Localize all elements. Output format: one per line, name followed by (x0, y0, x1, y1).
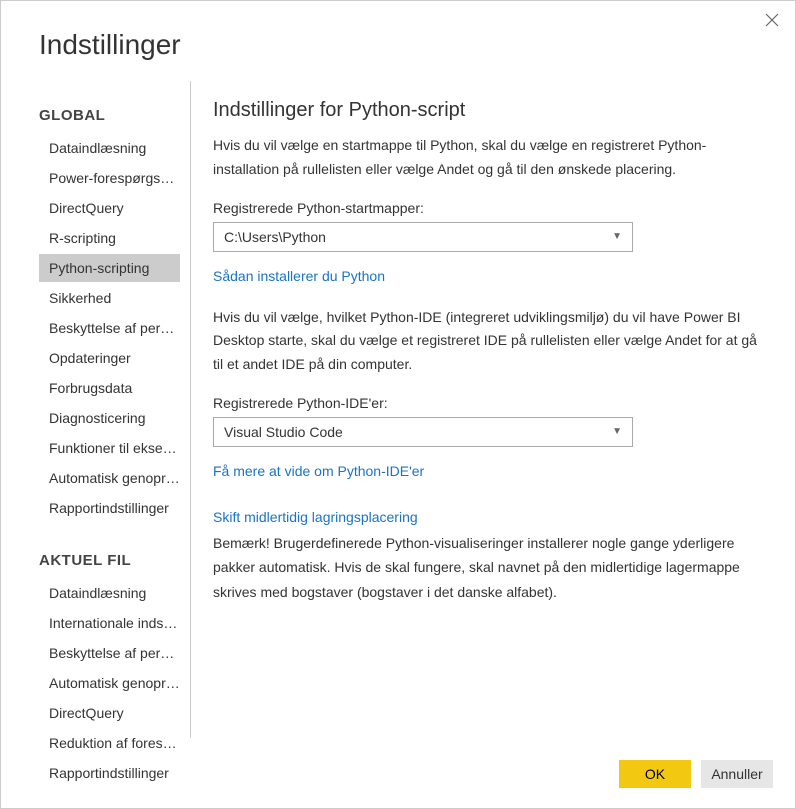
content-title: Indstillinger for Python-script (213, 99, 765, 122)
ides-value: Visual Studio Code (224, 424, 343, 440)
home-dir-description: Hvis du vil vælge en startmappe til Pyth… (213, 134, 765, 182)
ides-dropdown[interactable]: Visual Studio Code ▼ (213, 417, 633, 447)
sidebar-item-local-5[interactable]: Reduktion af foresp… (39, 729, 180, 757)
dialog-title: Indstillinger (1, 1, 795, 61)
sidebar-item-local-0[interactable]: Dataindlæsning (39, 579, 180, 607)
sidebar-item-local-4[interactable]: DirectQuery (39, 699, 180, 727)
ide-description: Hvis du vil vælge, hvilket Python-IDE (i… (213, 306, 765, 377)
sidebar-item-local-3[interactable]: Automatisk genopr… (39, 669, 180, 697)
chevron-down-icon: ▼ (612, 426, 622, 437)
close-icon (765, 13, 779, 27)
sidebar-item-global-2[interactable]: DirectQuery (39, 194, 180, 222)
home-dirs-label: Registrerede Python-startmapper: (213, 200, 765, 216)
sidebar-item-global-11[interactable]: Automatisk genopr… (39, 464, 180, 492)
cancel-button[interactable]: Annuller (701, 760, 773, 788)
change-storage-link[interactable]: Skift midlertidig lagringsplacering (213, 509, 418, 525)
home-dirs-value: C:\Users\Python (224, 229, 326, 245)
install-python-link[interactable]: Sådan installerer du Python (213, 268, 385, 284)
home-dirs-dropdown[interactable]: C:\Users\Python ▼ (213, 222, 633, 252)
sidebar-item-local-6[interactable]: Rapportindstillinger (39, 759, 180, 787)
sidebar-item-global-4[interactable]: Python-scripting (39, 254, 180, 282)
sidebar-item-local-1[interactable]: Internationale inds… (39, 609, 180, 637)
sidebar-item-global-3[interactable]: R-scripting (39, 224, 180, 252)
sidebar-item-global-9[interactable]: Diagnosticering (39, 404, 180, 432)
sidebar-item-global-6[interactable]: Beskyttelse af perso… (39, 314, 180, 342)
ides-label: Registrerede Python-IDE'er: (213, 395, 765, 411)
content-panel: Indstillinger for Python-script Hvis du … (191, 81, 795, 738)
storage-note: Bemærk! Brugerdefinerede Python-visualis… (213, 531, 765, 605)
chevron-down-icon: ▼ (612, 231, 622, 242)
sidebar: GLOBAL DataindlæsningPower-forespørgse…D… (39, 81, 191, 738)
sidebar-section-current-file: AKTUEL FIL (39, 552, 180, 569)
sidebar-item-global-7[interactable]: Opdateringer (39, 344, 180, 372)
sidebar-section-global: GLOBAL (39, 107, 180, 124)
sidebar-item-local-2[interactable]: Beskyttelse af pers… (39, 639, 180, 667)
ok-button[interactable]: OK (619, 760, 691, 788)
sidebar-item-global-10[interactable]: Funktioner til eksem… (39, 434, 180, 462)
learn-ide-link[interactable]: Få mere at vide om Python-IDE'er (213, 463, 424, 479)
sidebar-item-global-1[interactable]: Power-forespørgse… (39, 164, 180, 192)
sidebar-item-global-5[interactable]: Sikkerhed (39, 284, 180, 312)
sidebar-item-global-8[interactable]: Forbrugsdata (39, 374, 180, 402)
sidebar-item-global-0[interactable]: Dataindlæsning (39, 134, 180, 162)
close-button[interactable] (765, 13, 781, 29)
sidebar-item-global-12[interactable]: Rapportindstillinger (39, 494, 180, 522)
